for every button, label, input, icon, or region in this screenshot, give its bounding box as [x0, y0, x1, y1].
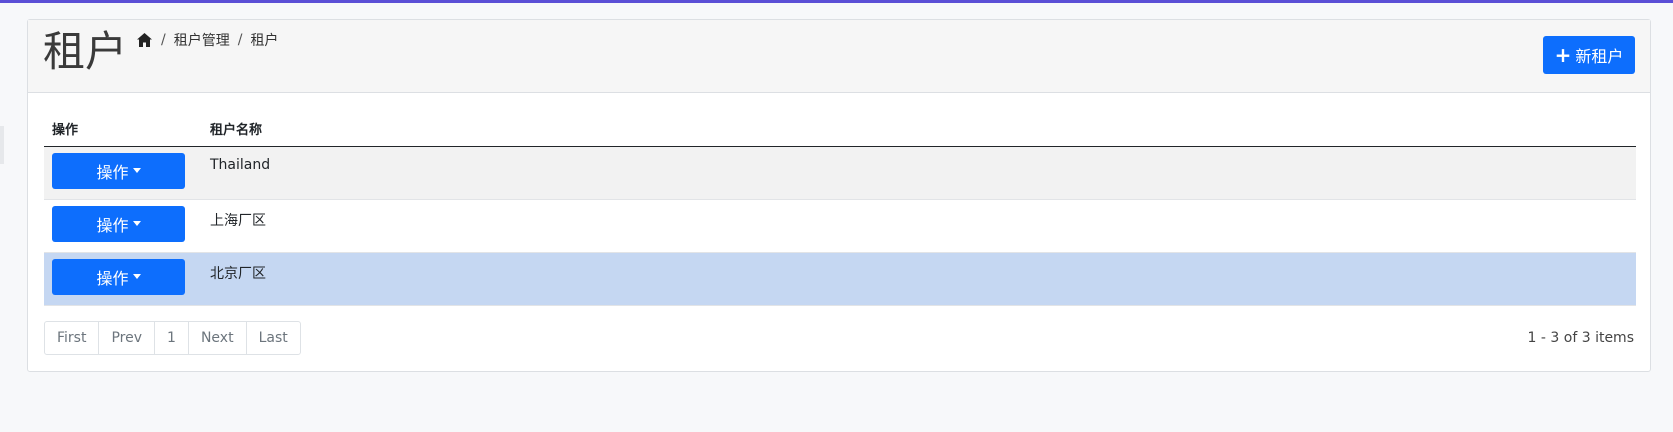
- actions-cell: 操作: [44, 146, 202, 200]
- new-tenant-label: 新租户: [1575, 47, 1624, 66]
- tenant-card: 租户 / 租户管理 / 租户 + 新租户 操作 租户名称 操作 Thailand…: [27, 19, 1651, 372]
- card-header: 租户 / 租户管理 / 租户 + 新租户: [28, 20, 1650, 93]
- tenant-name-cell: Thailand: [202, 146, 1636, 200]
- home-icon[interactable]: [136, 32, 153, 48]
- pagination-info: 1 - 3 of 3 items: [1527, 330, 1634, 346]
- tenant-table-wrapper: 操作 租户名称 操作 Thailand 操作 上海厂区 操作 北京厂区: [44, 112, 1636, 306]
- caret-down-icon: [132, 274, 141, 279]
- page-title: 租户: [43, 27, 128, 76]
- breadcrumb-separator: /: [237, 32, 243, 48]
- table-header-row: 操作 租户名称: [44, 112, 1636, 147]
- side-panel-tab[interactable]: [0, 126, 4, 164]
- table-row[interactable]: 操作 北京厂区: [44, 252, 1636, 306]
- caret-down-icon: [132, 168, 141, 173]
- tenant-table: 操作 租户名称 操作 Thailand 操作 上海厂区 操作 北京厂区: [44, 112, 1636, 306]
- row-actions-label: 操作: [96, 215, 129, 235]
- row-actions-label: 操作: [96, 162, 129, 182]
- pagination-last[interactable]: Last: [247, 322, 300, 354]
- pagination-first[interactable]: First: [45, 322, 100, 354]
- tenant-name-cell: 北京厂区: [202, 252, 1636, 306]
- breadcrumb-separator: /: [161, 32, 166, 48]
- row-actions-dropdown[interactable]: 操作: [52, 152, 185, 189]
- pagination: First Prev 1 Next Last: [44, 321, 301, 355]
- row-actions-label: 操作: [96, 268, 129, 288]
- row-actions-dropdown[interactable]: 操作: [52, 205, 185, 242]
- breadcrumb-tenant-management[interactable]: 租户管理: [174, 30, 230, 50]
- column-header-tenant-name[interactable]: 租户名称: [202, 112, 1636, 147]
- new-tenant-button[interactable]: + 新租户: [1543, 36, 1635, 74]
- actions-cell: 操作: [44, 252, 202, 306]
- top-accent-strip: [0, 0, 1673, 3]
- breadcrumb: / 租户管理 / 租户: [136, 30, 278, 50]
- tenant-name-cell: 上海厂区: [202, 199, 1636, 253]
- pagination-prev[interactable]: Prev: [99, 322, 156, 354]
- plus-icon: +: [1554, 43, 1572, 67]
- row-actions-dropdown[interactable]: 操作: [52, 258, 185, 295]
- caret-down-icon: [132, 221, 141, 226]
- table-row[interactable]: 操作 上海厂区: [44, 199, 1636, 253]
- pagination-next[interactable]: Next: [189, 322, 247, 354]
- table-row[interactable]: 操作 Thailand: [44, 146, 1636, 200]
- pagination-page-1[interactable]: 1: [155, 322, 189, 354]
- actions-cell: 操作: [44, 199, 202, 253]
- column-header-actions[interactable]: 操作: [44, 112, 202, 147]
- breadcrumb-current: 租户: [250, 33, 279, 49]
